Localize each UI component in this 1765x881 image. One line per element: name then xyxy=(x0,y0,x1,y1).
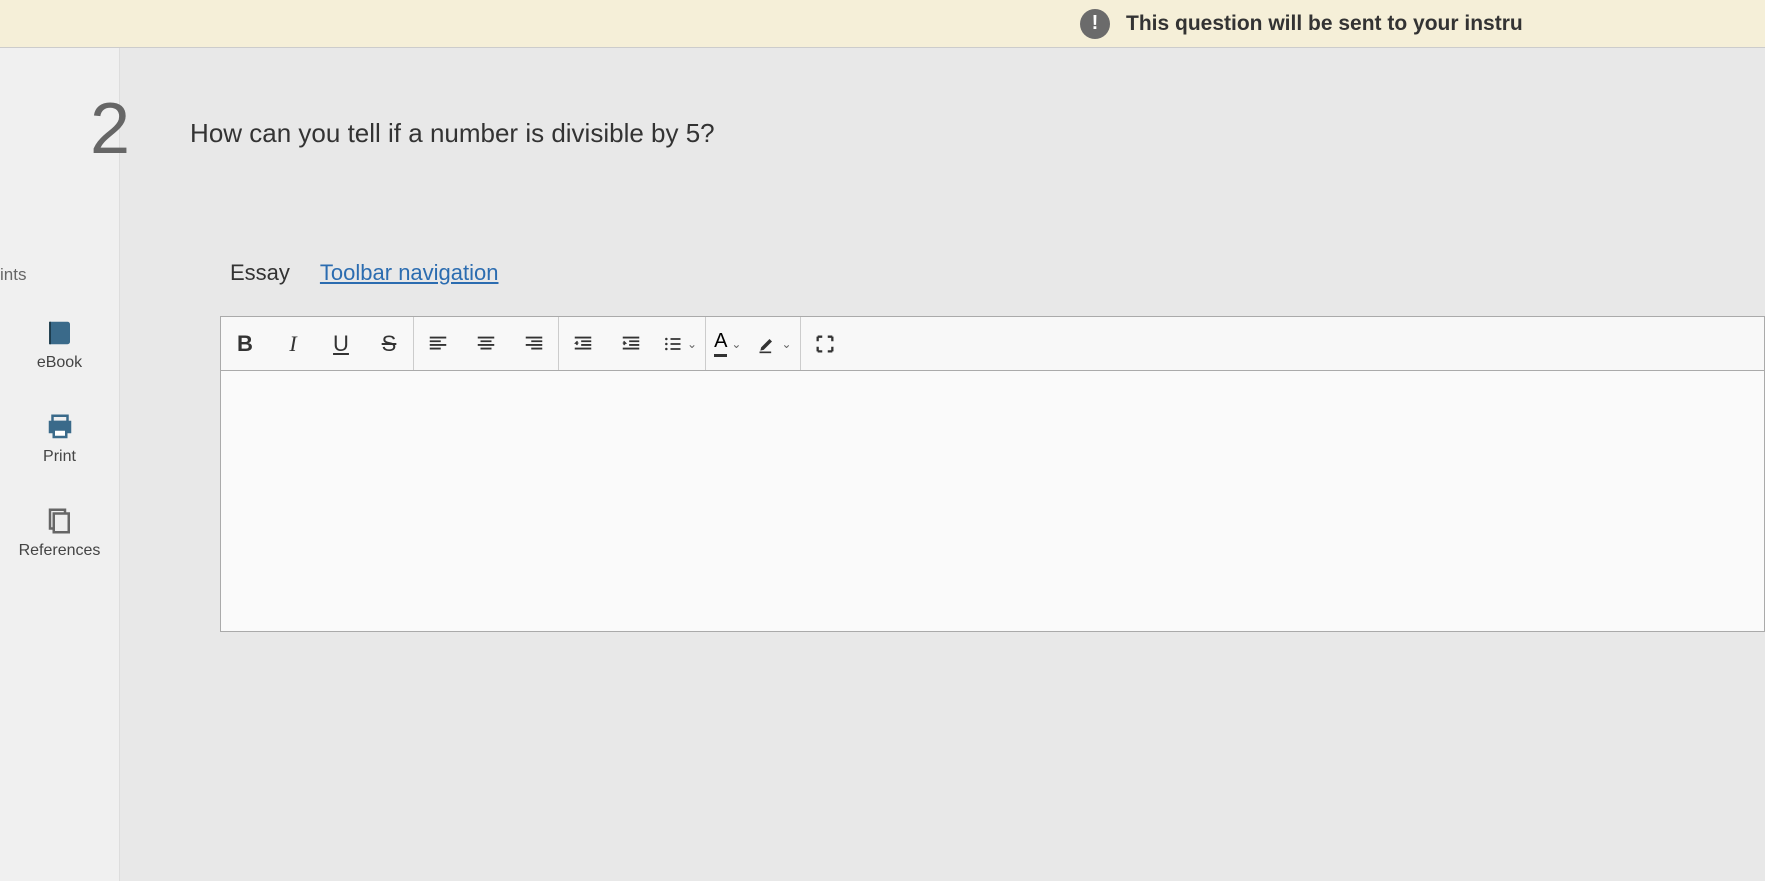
align-left-icon xyxy=(427,333,449,355)
highlight-icon xyxy=(757,334,777,354)
text-color-button[interactable]: A ⌄ xyxy=(706,317,749,371)
references-icon xyxy=(45,506,75,536)
editor-section: Essay Toolbar navigation B I U S xyxy=(220,260,1765,632)
outdent-button[interactable] xyxy=(559,317,607,371)
toolbar-navigation-link[interactable]: Toolbar navigation xyxy=(320,260,499,286)
underline-button[interactable]: U xyxy=(317,317,365,371)
notification-text: This question will be sent to your instr… xyxy=(1126,12,1523,36)
sidebar-item-label: eBook xyxy=(37,354,82,372)
align-right-icon xyxy=(523,333,545,355)
align-center-icon xyxy=(475,333,497,355)
align-right-button[interactable] xyxy=(510,317,558,371)
editor-textarea[interactable] xyxy=(221,371,1764,631)
toolbar-group-color: A ⌄ ⌄ xyxy=(706,317,800,370)
sidebar: ints eBook Print References xyxy=(0,48,120,881)
list-icon xyxy=(663,334,683,354)
info-icon: ! xyxy=(1080,9,1110,39)
align-center-button[interactable] xyxy=(462,317,510,371)
chevron-down-icon: ⌄ xyxy=(687,337,697,351)
book-icon xyxy=(45,318,75,348)
toolbar-group-indent: ⌄ xyxy=(559,317,706,370)
editor-header: Essay Toolbar navigation xyxy=(220,260,1765,286)
list-dropdown-button[interactable]: ⌄ xyxy=(655,317,705,371)
text-color-icon: A xyxy=(714,330,727,357)
sidebar-item-ebook[interactable]: eBook xyxy=(0,298,119,392)
bold-button[interactable]: B xyxy=(221,317,269,371)
italic-button[interactable]: I xyxy=(269,317,317,371)
toolbar-group-format: B I U S xyxy=(221,317,414,370)
indent-button[interactable] xyxy=(607,317,655,371)
toolbar-group-align xyxy=(414,317,559,370)
strikethrough-button[interactable]: S xyxy=(365,317,413,371)
sidebar-item-label: References xyxy=(19,542,101,560)
align-left-button[interactable] xyxy=(414,317,462,371)
outdent-icon xyxy=(572,333,594,355)
rich-text-editor: B I U S xyxy=(220,316,1765,632)
printer-icon xyxy=(45,412,75,442)
editor-toolbar: B I U S xyxy=(221,317,1764,371)
main-layout: ints eBook Print References 2 How can y xyxy=(0,48,1765,881)
question-text: How can you tell if a number is divisibl… xyxy=(190,118,715,149)
fullscreen-icon xyxy=(814,333,836,355)
sidebar-item-print[interactable]: Print xyxy=(0,392,119,486)
question-header: 2 How can you tell if a number is divisi… xyxy=(120,48,1765,170)
sidebar-item-label: Print xyxy=(43,448,76,466)
sidebar-item-references[interactable]: References xyxy=(0,486,119,580)
chevron-down-icon: ⌄ xyxy=(731,337,741,351)
indent-icon xyxy=(620,333,642,355)
essay-label: Essay xyxy=(230,260,290,286)
question-number: 2 xyxy=(90,88,130,170)
chevron-down-icon: ⌄ xyxy=(781,337,791,351)
toolbar-group-expand xyxy=(801,317,849,370)
hints-label: ints xyxy=(0,265,26,285)
notification-bar: ! This question will be sent to your ins… xyxy=(0,0,1765,48)
fullscreen-button[interactable] xyxy=(801,317,849,371)
content-area: 2 How can you tell if a number is divisi… xyxy=(120,48,1765,881)
highlight-button[interactable]: ⌄ xyxy=(749,317,799,371)
